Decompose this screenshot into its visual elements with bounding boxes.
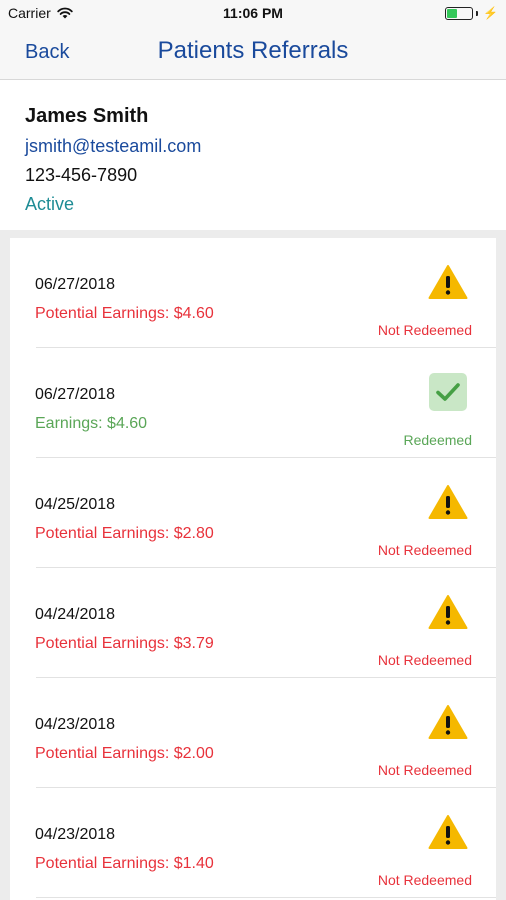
- redemption-status: Not Redeemed: [377, 542, 472, 558]
- patient-status: Active: [25, 194, 75, 214]
- warning-icon: [428, 594, 468, 634]
- referral-date: 04/23/2018: [35, 826, 116, 843]
- battery-indicator: ⚡: [445, 6, 498, 20]
- referral-row[interactable]: 04/25/2018 Potential Earnings: $2.80 Not …: [10, 458, 496, 568]
- patient-phone: 123-456-7890: [25, 165, 138, 185]
- row-divider: [36, 897, 496, 898]
- warning-icon: [428, 704, 468, 744]
- referral-date: 06/27/2018: [35, 276, 116, 293]
- referral-earnings: Potential Earnings: $1.40: [35, 855, 214, 872]
- navigation-bar: Back Patients Referrals: [0, 26, 506, 80]
- status-bar: Carrier 11:06 PM ⚡: [0, 0, 506, 26]
- referral-earnings: Potential Earnings: $4.60: [35, 305, 214, 322]
- page-title: Patients Referrals: [0, 37, 506, 65]
- referral-date: 04/24/2018: [35, 606, 116, 623]
- battery-icon: [445, 6, 474, 20]
- referral-earnings: Potential Earnings: $2.80: [35, 525, 214, 542]
- redemption-status: Redeemed: [403, 432, 473, 448]
- referral-date: 06/27/2018: [35, 386, 116, 403]
- redemption-status: Not Redeemed: [377, 762, 472, 778]
- charging-icon: ⚡: [483, 6, 498, 20]
- warning-icon: [428, 264, 468, 304]
- referral-earnings: Potential Earnings: $2.00: [35, 745, 214, 762]
- referral-row[interactable]: 04/24/2018 Potential Earnings: $3.79 Not …: [10, 568, 496, 678]
- redemption-status: Not Redeemed: [377, 652, 472, 668]
- page-title-text: Patients Referrals: [157, 37, 349, 64]
- referral-list[interactable]: 06/27/2018 Potential Earnings: $4.60 Not …: [10, 238, 496, 900]
- warning-icon: [428, 814, 468, 854]
- warning-icon: [428, 484, 468, 524]
- redemption-status: Not Redeemed: [377, 322, 472, 338]
- patient-email[interactable]: jsmith@testeamil.com: [25, 136, 201, 157]
- referral-row[interactable]: 06/27/2018 Earnings: $4.60 Redeemed: [10, 348, 496, 458]
- referral-date: 04/25/2018: [35, 496, 116, 513]
- status-time: 11:06 PM: [223, 5, 283, 21]
- battery-tip: [476, 10, 479, 16]
- referral-earnings: Earnings: $4.60: [35, 415, 148, 432]
- patient-name: James Smith: [25, 105, 149, 127]
- referral-earnings: Potential Earnings: $3.79: [35, 635, 214, 652]
- patient-info: James Smith jsmith@testeamil.com 123-456…: [0, 81, 506, 230]
- referral-row[interactable]: 04/23/2018 Potential Earnings: $2.00 Not …: [10, 678, 496, 788]
- referral-row[interactable]: 06/27/2018 Potential Earnings: $4.60 Not …: [10, 238, 496, 348]
- referral-date: 04/23/2018: [35, 716, 116, 733]
- referral-row[interactable]: 04/23/2018 Potential Earnings: $1.40 Not …: [10, 788, 496, 898]
- checkmark-icon: [428, 373, 468, 413]
- redemption-status: Not Redeemed: [377, 872, 472, 888]
